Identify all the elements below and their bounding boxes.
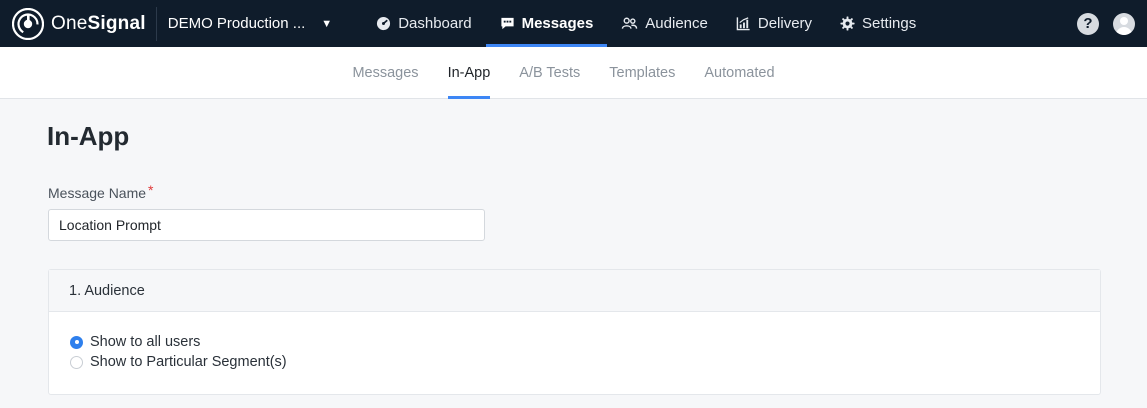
radio-button[interactable] [70,355,83,369]
onesignal-logo-icon [12,7,44,40]
tab-messages[interactable]: Messages [352,47,418,99]
nav-label: Messages [521,15,594,32]
radio-option-particular-segments[interactable]: Show to Particular Segment(s) [70,354,287,370]
tab-automated[interactable]: Automated [704,47,774,99]
navbar-right: ? [1077,0,1147,47]
audience-card: 1. Audience Show to all users Show to Pa… [48,269,1101,395]
audience-icon [622,17,638,29]
messages-icon [500,17,514,30]
nav-label: Audience [645,15,708,32]
required-marker: * [148,182,154,198]
app-selector-dropdown[interactable]: DEMO Production ... ▼ [168,15,332,32]
tab-templates[interactable]: Templates [609,47,675,99]
nav-item-settings[interactable]: Settings [826,0,930,47]
delivery-icon [736,17,750,31]
app-selector-label: DEMO Production ... [167,15,306,32]
audience-card-header[interactable]: 1. Audience [49,270,1100,312]
messages-subnav: Messages In-App A/B Tests Templates Auto… [0,47,1147,99]
tab-ab-tests[interactable]: A/B Tests [519,47,580,99]
nav-item-audience[interactable]: Audience [607,0,722,47]
nav-label: Delivery [757,15,813,32]
message-name-label: Message Name * [48,182,154,201]
nav-item-dashboard[interactable]: Dashboard [362,0,485,47]
nav-item-delivery[interactable]: Delivery [722,0,826,47]
nav-item-messages[interactable]: Messages [485,0,608,47]
help-icon[interactable]: ? [1077,12,1099,35]
radio-option-all-users[interactable]: Show to all users [70,334,200,350]
top-navbar: OneSignal DEMO Production ... ▼ Dashboar… [0,0,1147,47]
chevron-down-icon: ▼ [321,17,333,30]
main-nav: Dashboard Messages Audience Delivery Set… [362,0,930,47]
message-name-input[interactable] [48,209,485,241]
brand-name: OneSignal [51,12,146,34]
radio-button[interactable] [70,335,83,349]
gear-icon [840,16,855,31]
avatar[interactable] [1113,12,1135,35]
nav-label: Dashboard [398,15,472,32]
navbar-divider [155,6,157,41]
page-title: In-App [47,121,130,151]
tab-in-app[interactable]: In-App [447,47,490,99]
radio-label: Show to all users [90,334,201,350]
dashboard-icon [377,16,391,31]
radio-label: Show to Particular Segment(s) [90,354,287,370]
nav-label: Settings [862,15,917,32]
message-name-label-text: Message Name [48,185,147,201]
onesignal-logo[interactable]: OneSignal [12,0,146,47]
